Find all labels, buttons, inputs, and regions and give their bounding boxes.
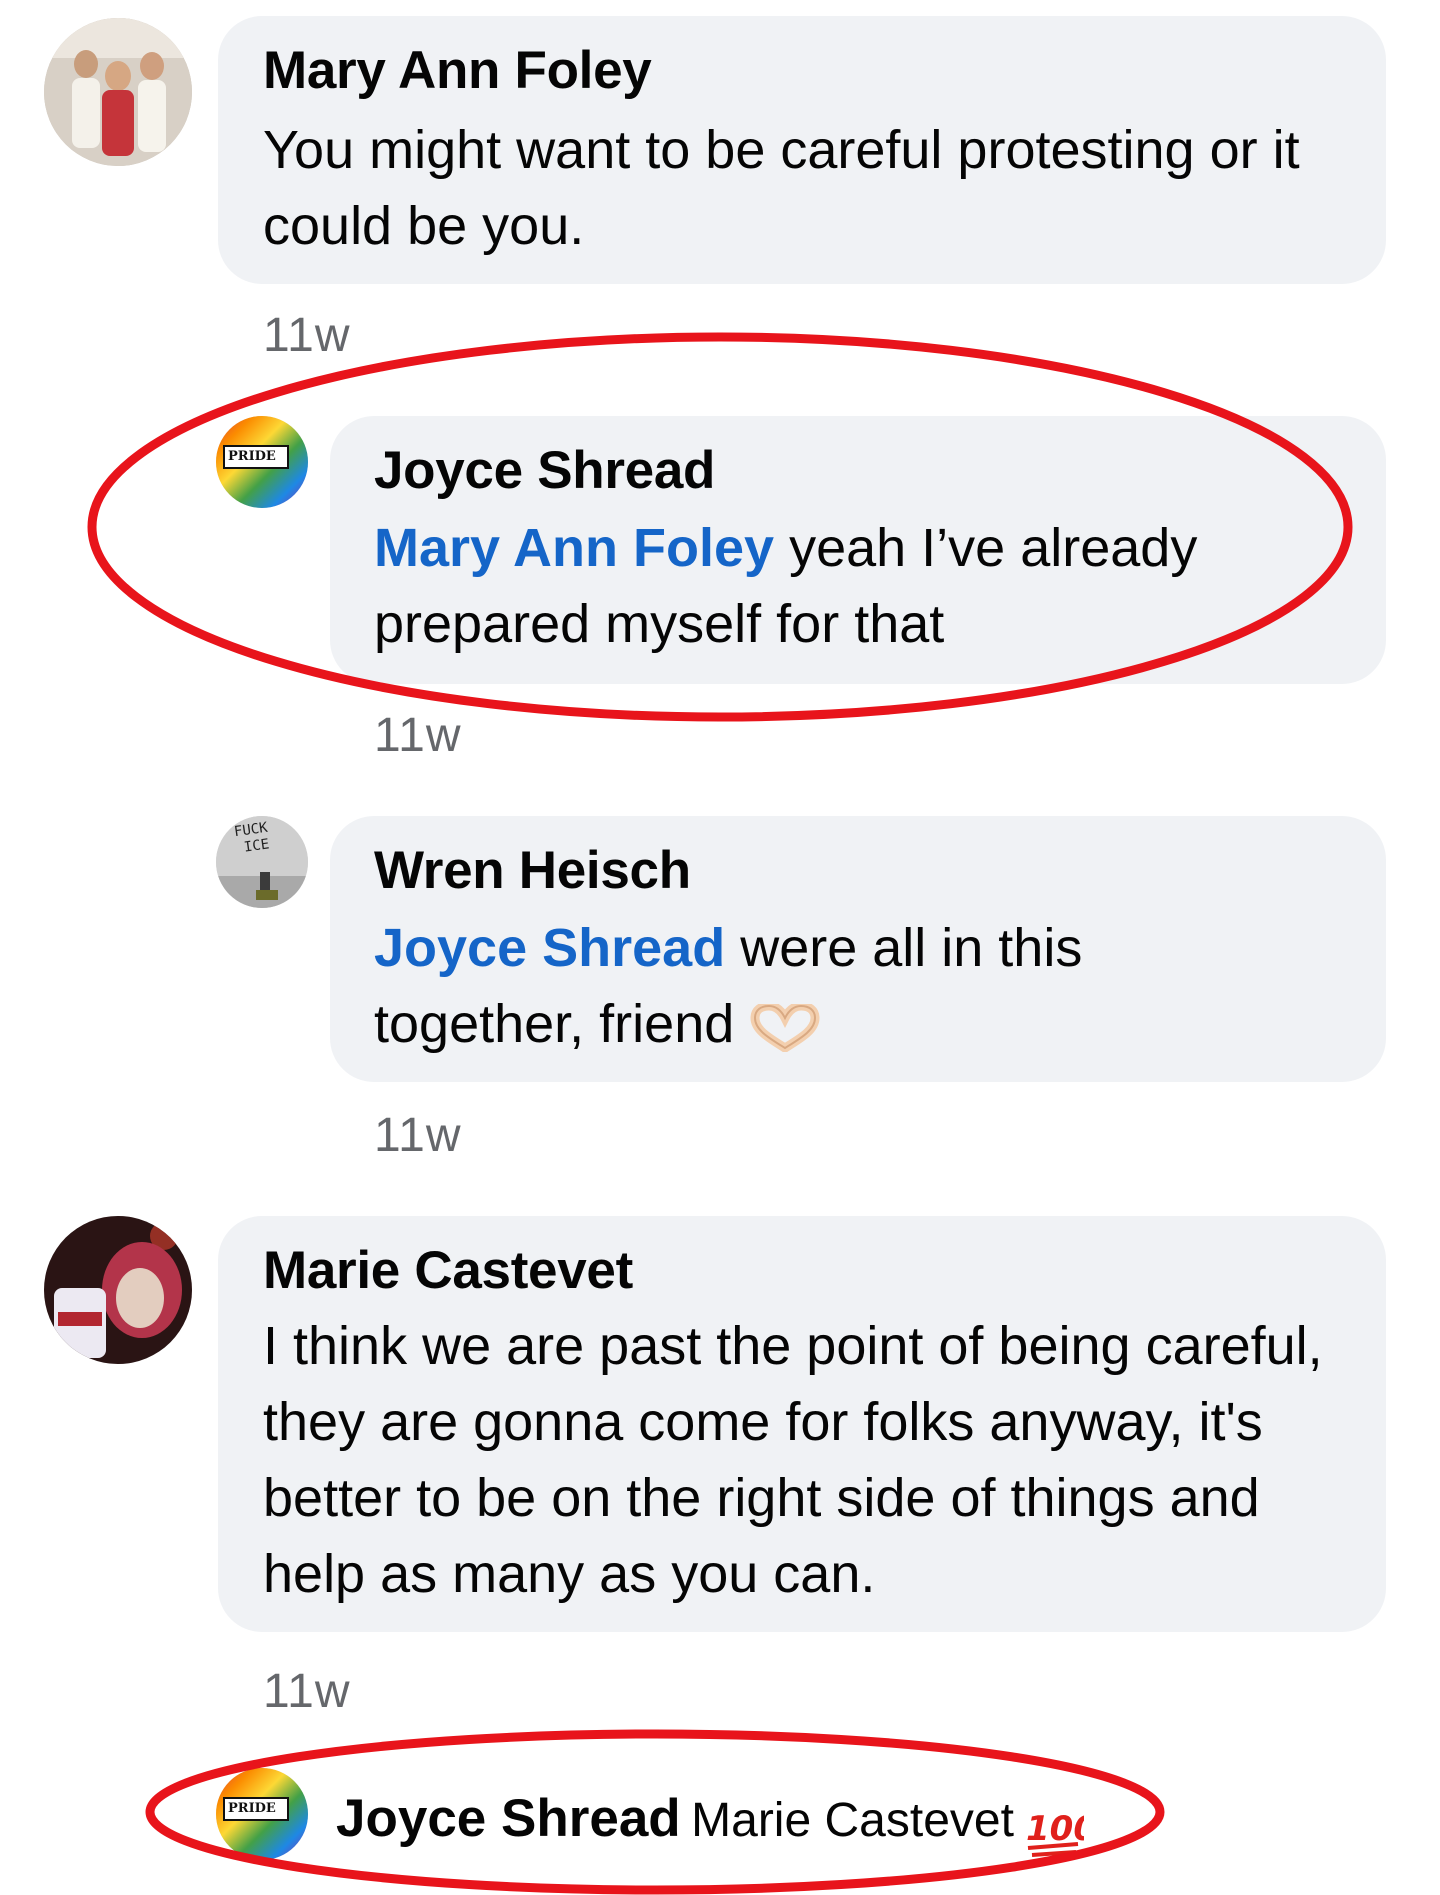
comment-text: Mary Ann Foley yeah I’ve already prepare…	[374, 510, 1354, 662]
mention-link[interactable]: Mary Ann Foley	[374, 518, 774, 578]
comment-timestamp[interactable]: 11w	[263, 308, 351, 363]
comment-author[interactable]: Joyce Shread	[374, 440, 715, 501]
collapsed-reply[interactable]: Joyce Shread Marie Castevet 100	[336, 1788, 1084, 1862]
comment-timestamp[interactable]: 11w	[263, 1664, 351, 1719]
comment-author[interactable]: Joyce Shread	[336, 1789, 681, 1848]
heart-hands-icon	[749, 1003, 821, 1052]
avatar-badge-text: PRIDE	[228, 449, 276, 464]
avatar-badge-text: PRIDE	[228, 1801, 276, 1816]
reply-preview: Marie Castevet	[691, 1794, 1014, 1847]
comment-author[interactable]: Marie Castevet	[263, 1240, 633, 1301]
avatar-mary-ann-foley[interactable]	[44, 18, 192, 166]
comment-text: I think we are past the point of being c…	[263, 1316, 1323, 1604]
avatar-marie-castevet[interactable]	[44, 1216, 192, 1364]
comment-timestamp[interactable]: 11w	[374, 1108, 462, 1163]
comment-author[interactable]: Mary Ann Foley	[263, 40, 652, 101]
mention-link[interactable]: Joyce Shread	[374, 918, 725, 978]
hundred-points-icon: 100	[1022, 1802, 1084, 1862]
avatar-joyce-shread[interactable]: PRIDE	[216, 416, 308, 508]
comment-text: Joyce Shread were all in this together, …	[374, 910, 1274, 1062]
comment-timestamp[interactable]: 11w	[374, 708, 462, 763]
comment-text: You might want to be careful protesting …	[263, 120, 1300, 256]
avatar-wren-heisch[interactable]: FUCK ICE	[216, 816, 308, 908]
avatar-joyce-shread[interactable]: PRIDE	[216, 1768, 308, 1860]
comment-author[interactable]: Wren Heisch	[374, 840, 691, 901]
